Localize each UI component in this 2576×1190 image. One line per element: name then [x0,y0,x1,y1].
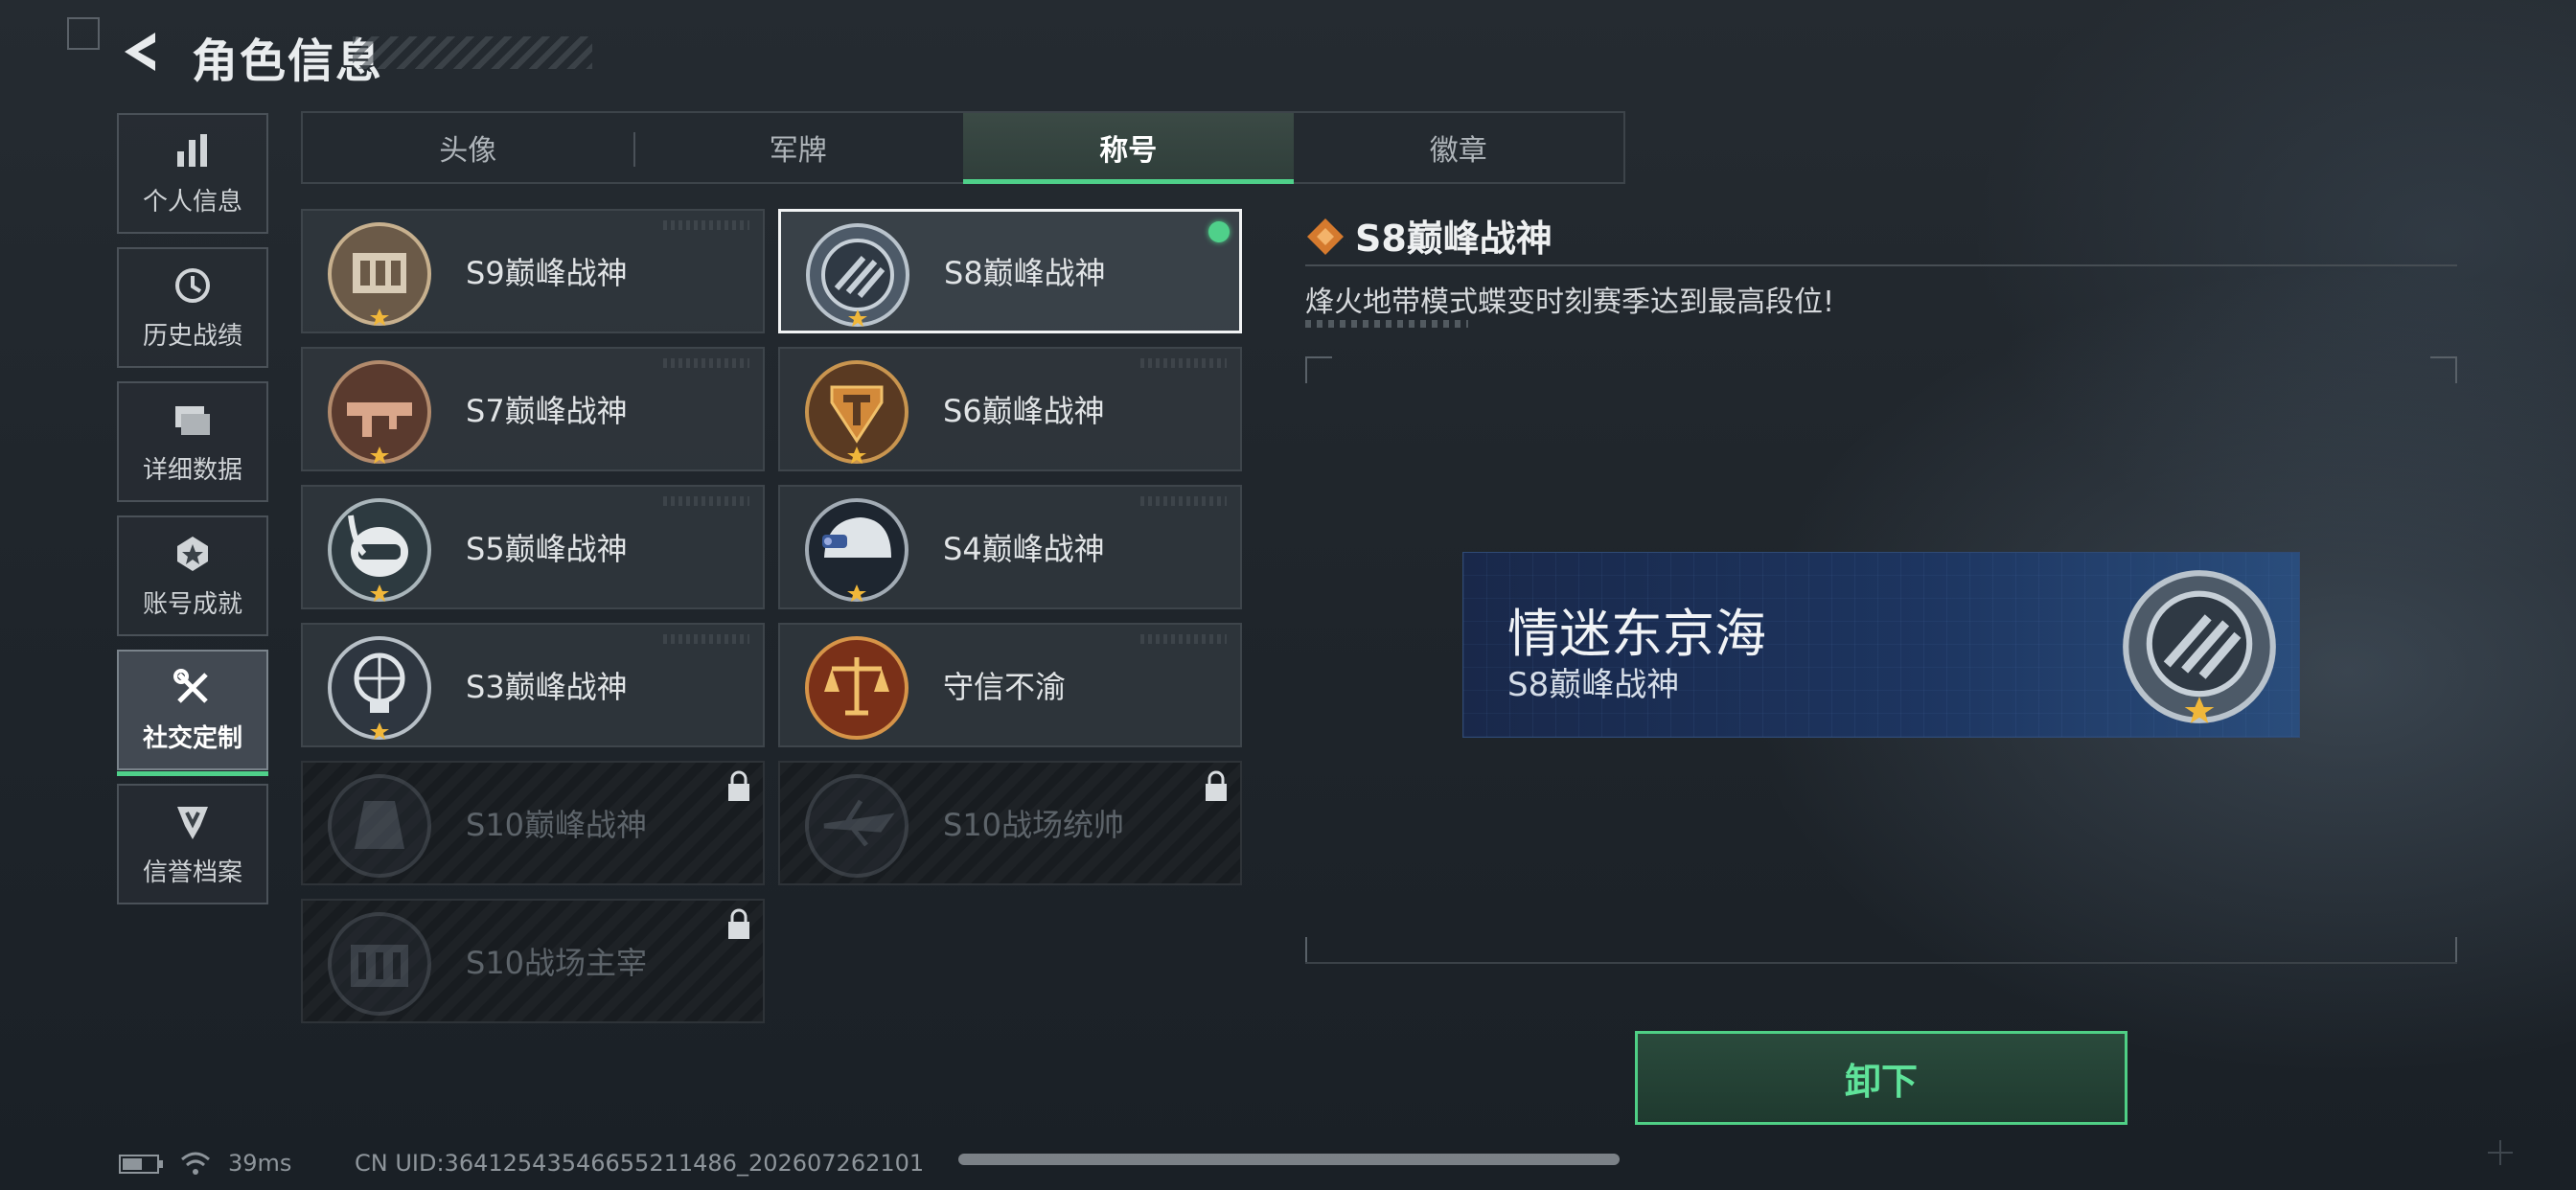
title-card-s7[interactable]: S7巅峰战神 [301,347,765,471]
title-card-label: S7巅峰战神 [466,393,628,429]
s4-emblem-icon [805,498,908,602]
nameplate-preview: 情迷东京海 S8巅峰战神 [1462,552,2300,738]
sidebar-item-social[interactable]: 社交定制 [117,650,268,776]
title-card-label: S5巅峰战神 [466,531,628,567]
title-card-label: S10战场主宰 [466,945,648,981]
sidebar-item-achievements[interactable]: 账号成就 [117,515,268,636]
sidebar-item-label: 个人信息 [142,187,242,217]
sidebar-item-label: 信誉档案 [142,858,242,887]
nameplate-title: S8巅峰战神 [1507,666,1680,704]
sidebar-item-label: 社交定制 [142,723,242,753]
card-decoration [1140,358,1227,368]
card-decoration [663,496,749,506]
home-indicator[interactable] [958,1154,1620,1165]
ping-readout: 39ms [228,1150,292,1177]
battery-icon [119,1155,163,1174]
title-card-s4[interactable]: S4巅峰战神 [778,485,1242,609]
title-card-s5[interactable]: S5巅峰战神 [301,485,765,609]
lock-icon [728,770,749,801]
title-card-s3[interactable]: S3巅峰战神 [301,623,765,747]
s10-marshal-emblem-icon [805,774,908,878]
description-decoration [1305,320,1468,328]
title-card-s10-marshal[interactable]: S10战场统帅 [778,761,1242,885]
card-decoration [663,220,749,230]
tab-military-tag[interactable]: 军牌 [632,113,964,182]
title-card-s10-dominator[interactable]: S10战场主宰 [301,899,765,1023]
bar-chart-icon [177,133,207,167]
title-card-s9[interactable]: S9巅峰战神 [301,209,765,333]
title-card-label: S4巅峰战神 [943,531,1105,567]
credibility-icon [177,806,208,839]
achievement-icon [177,536,208,571]
scales-emblem-icon [805,636,908,740]
detail-title: S8巅峰战神 [1355,217,1552,260]
s8-emblem-icon [2123,570,2276,723]
tab-avatar[interactable]: 头像 [303,113,633,182]
wifi-icon [181,1152,210,1175]
card-decoration [1140,634,1227,644]
title-card-label: 守信不渝 [943,669,1067,705]
s7-emblem-icon [328,360,431,464]
tools-icon [173,668,208,703]
card-decoration [663,634,749,644]
title-card-s10-peak[interactable]: S10巅峰战神 [301,761,765,885]
title-card-label: S9巅峰战神 [466,255,628,291]
s8-emblem-icon [806,223,909,327]
title-card-label: S10战场统帅 [943,807,1125,843]
user-uid: CN UID:364125435466552114​86_20260726210… [355,1150,925,1177]
s10-dominator-emblem-icon [328,912,431,1016]
category-tabs: 头像 军牌 称号 徽章 [301,111,1625,184]
sidebar-item-label: 详细数据 [142,455,242,485]
title-card-s6[interactable]: S6巅峰战神 [778,347,1242,471]
folder-icon [175,405,210,435]
lock-icon [728,908,749,939]
sidebar-item-history[interactable]: 历史战绩 [117,247,268,368]
title-card-trustworthy[interactable]: 守信不渝 [778,623,1242,747]
s10-peak-emblem-icon [328,774,431,878]
divider [1305,962,2457,964]
title-card-label: S10巅峰战神 [466,807,648,843]
tab-title[interactable]: 称号 [963,113,1294,184]
diamond-title-icon [1307,218,1344,255]
s5-emblem-icon [328,498,431,602]
card-decoration [663,358,749,368]
tab-badge[interactable]: 徽章 [1294,113,1624,182]
nameplate-name: 情迷东京海 [1507,604,1766,664]
corner-marker [67,17,100,50]
detail-description: 烽火地带模式蝶变时刻赛季达到最高段位! [1305,286,1835,319]
title-decoration [353,36,592,69]
title-card-label: S6巅峰战神 [943,393,1105,429]
unequip-button[interactable]: 卸下 [1635,1031,2128,1125]
divider [1305,264,2457,266]
title-card-label: S3巅峰战神 [466,669,628,705]
s3-emblem-icon [328,636,431,740]
back-arrow-icon[interactable] [117,27,163,77]
selected-indicator [1208,221,1230,242]
lock-icon [1206,770,1227,801]
s6-emblem-icon [805,360,908,464]
s9-emblem-icon [328,222,431,326]
card-decoration [1140,496,1227,506]
title-card-s8[interactable]: S8巅峰战神 [778,209,1242,333]
sidebar-item-credibility[interactable]: 信誉档案 [117,784,268,904]
sidebar-item-profile[interactable]: 个人信息 [117,113,268,234]
corner-cross-icon [2488,1140,2513,1165]
sidebar-item-label: 账号成就 [142,589,242,619]
sidebar-item-details[interactable]: 详细数据 [117,381,268,502]
history-icon [175,267,210,303]
title-card-label: S8巅峰战神 [944,255,1106,291]
sidebar-item-label: 历史战绩 [142,321,242,351]
